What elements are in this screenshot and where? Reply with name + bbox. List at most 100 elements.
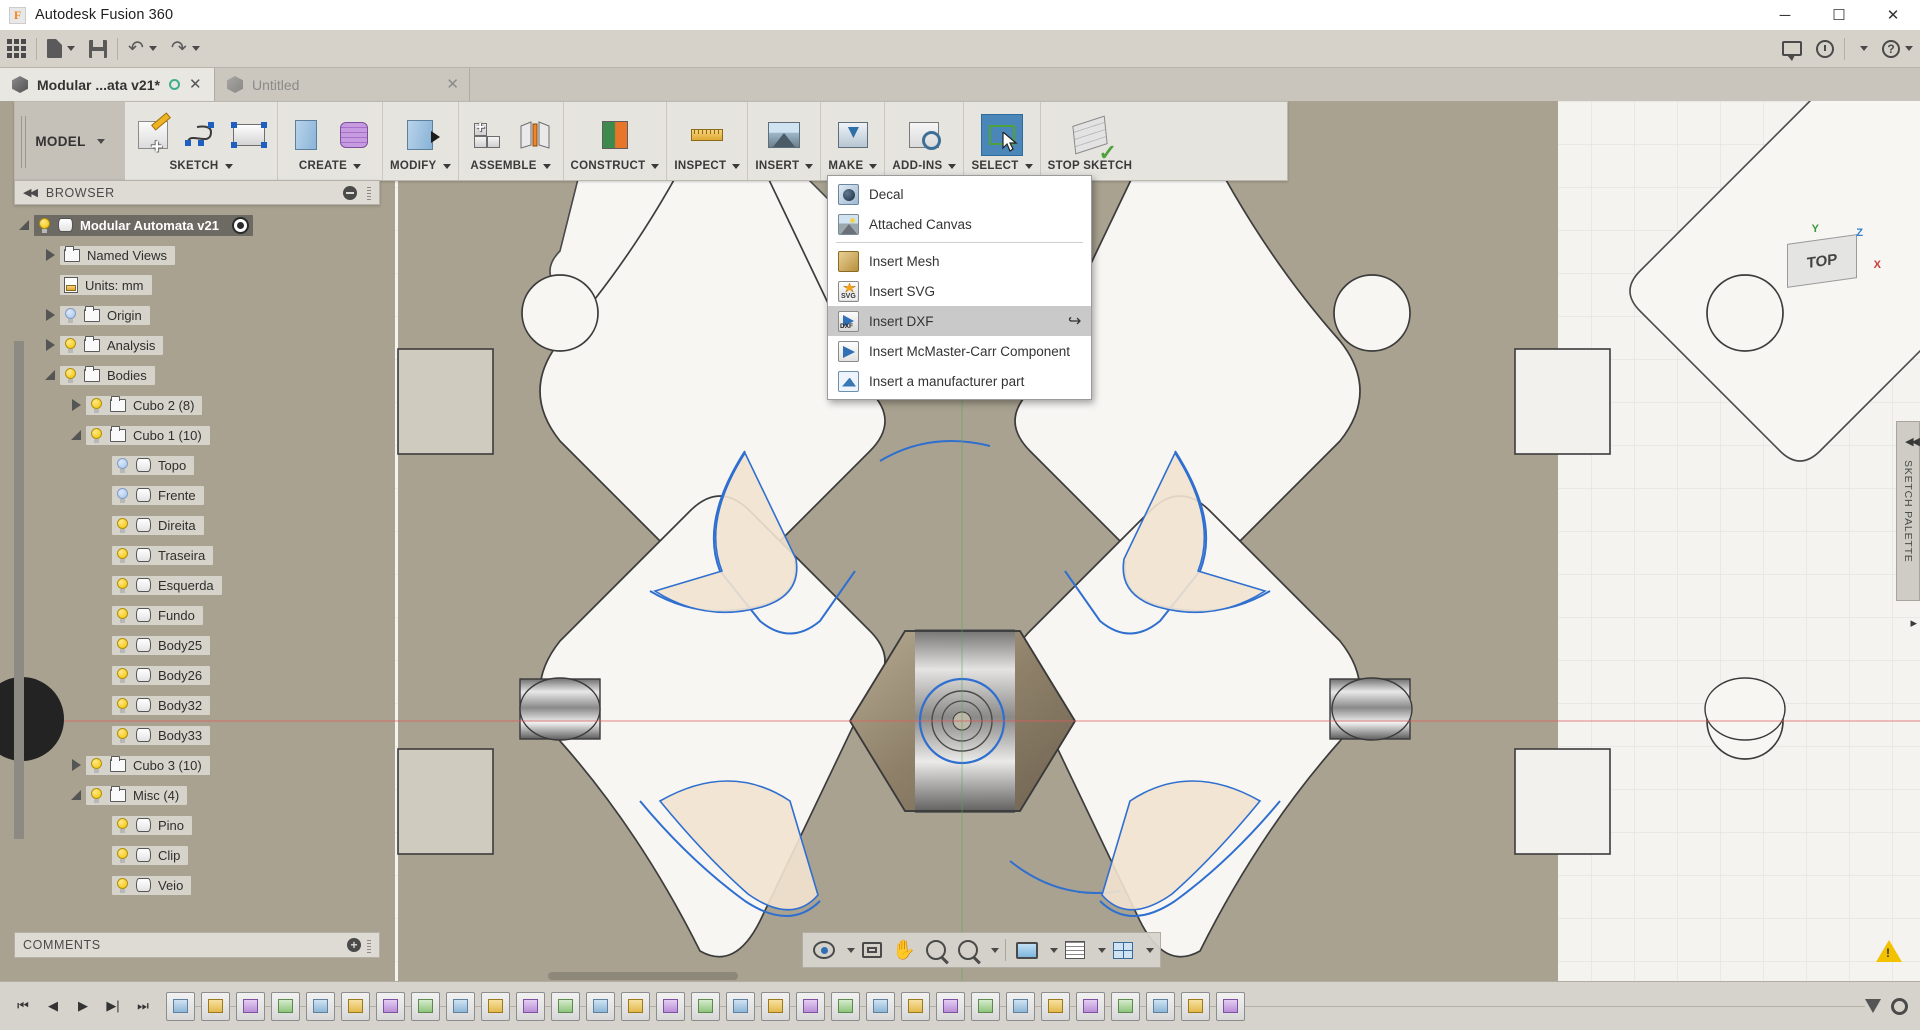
- viewports-button[interactable]: [1108, 936, 1138, 964]
- timeline-feature-2[interactable]: [201, 991, 230, 1021]
- redo-button[interactable]: ↷: [164, 30, 207, 68]
- timeline-feature-1[interactable]: [166, 991, 195, 1021]
- zoom-window-button[interactable]: [953, 936, 983, 964]
- ribbon-group-insert[interactable]: INSERT: [748, 102, 822, 180]
- visibility-bulb-icon[interactable]: [64, 337, 77, 353]
- save-button[interactable]: [82, 30, 114, 68]
- tree-item-frente[interactable]: Frente: [14, 480, 394, 510]
- visibility-bulb-icon[interactable]: [90, 427, 103, 443]
- tree-item-content[interactable]: Traseira: [112, 545, 214, 565]
- grid-snaps-dropdown[interactable]: [1092, 936, 1106, 964]
- tree-item-content[interactable]: Body26: [112, 665, 211, 685]
- sketch-palette-collapse-icon[interactable]: ◀◀: [1905, 435, 1920, 448]
- expand-arrow-icon[interactable]: [40, 309, 60, 321]
- visibility-bulb-icon[interactable]: [116, 667, 129, 683]
- collapse-arrow-icon[interactable]: [66, 430, 86, 440]
- timeline-feature-25[interactable]: [1006, 991, 1035, 1021]
- job-status-button[interactable]: [1809, 30, 1841, 68]
- zoom-dropdown[interactable]: [985, 936, 999, 964]
- visibility-bulb-icon[interactable]: [116, 487, 129, 503]
- document-tab-untitled[interactable]: Untitled ✕: [215, 68, 470, 101]
- ribbon-group-create[interactable]: CREATE: [278, 102, 383, 180]
- timeline-feature-18[interactable]: [761, 991, 790, 1021]
- comments-button[interactable]: [1775, 30, 1809, 68]
- ribbon-group-select[interactable]: SELECT: [964, 102, 1041, 180]
- go-to-beginning-button[interactable]: ⏮: [10, 993, 36, 1019]
- tree-item-content[interactable]: Cubo 3 (10): [86, 755, 210, 775]
- warning-badge[interactable]: [1876, 940, 1902, 962]
- timeline-settings-icon[interactable]: [1891, 997, 1908, 1015]
- activate-component-icon[interactable]: [231, 216, 249, 234]
- visibility-bulb-icon[interactable]: [116, 517, 129, 533]
- timeline-feature-24[interactable]: [971, 991, 1000, 1021]
- timeline-feature-22[interactable]: [901, 991, 930, 1021]
- visibility-bulb-icon[interactable]: [116, 607, 129, 623]
- visibility-bulb-icon[interactable]: [90, 397, 103, 413]
- ribbon-group-make[interactable]: MAKE: [821, 102, 886, 180]
- tree-item-modular-automata-v21[interactable]: Modular Automata v21: [14, 210, 394, 240]
- timeline-feature-5[interactable]: [306, 991, 335, 1021]
- ribbon-group-construct[interactable]: CONSTRUCT: [564, 102, 668, 180]
- tree-item-direita[interactable]: Direita: [14, 510, 394, 540]
- scripts-addins-button[interactable]: [903, 114, 945, 156]
- expand-arrow-icon[interactable]: [40, 339, 60, 351]
- timeline-feature-19[interactable]: [796, 991, 825, 1021]
- timeline-feature-27[interactable]: [1076, 991, 1105, 1021]
- close-icon[interactable]: ✕: [189, 77, 202, 92]
- menu-item-insert-dxf[interactable]: Insert DXF ↩: [828, 306, 1091, 336]
- ribbon-group-stop-sketch[interactable]: ✓ STOP SKETCH: [1041, 102, 1140, 180]
- new-component-button[interactable]: +: [466, 114, 508, 156]
- view-cube-face-top[interactable]: TOP: [1787, 234, 1857, 288]
- visibility-bulb-icon[interactable]: [116, 547, 129, 563]
- timeline-feature-14[interactable]: [621, 991, 650, 1021]
- timeline-feature-9[interactable]: [446, 991, 475, 1021]
- tree-item-body26[interactable]: Body26: [14, 660, 394, 690]
- timeline-feature-6[interactable]: [341, 991, 370, 1021]
- stop-sketch-button[interactable]: ✓: [1069, 114, 1117, 164]
- visibility-bulb-icon[interactable]: [38, 217, 51, 233]
- step-forward-button[interactable]: ▶|: [100, 993, 126, 1019]
- visibility-bulb-icon[interactable]: [116, 727, 129, 743]
- tree-item-origin[interactable]: Origin: [14, 300, 394, 330]
- tree-item-content[interactable]: Clip: [112, 845, 189, 865]
- add-comment-icon[interactable]: +: [347, 938, 361, 952]
- visibility-bulb-icon[interactable]: [116, 457, 129, 473]
- drag-grip[interactable]: [367, 185, 371, 200]
- timeline-feature-13[interactable]: [586, 991, 615, 1021]
- close-icon[interactable]: ✕: [446, 77, 459, 92]
- extrude-button[interactable]: [285, 114, 327, 156]
- tree-item-content[interactable]: Veio: [112, 875, 192, 895]
- visibility-bulb-icon[interactable]: [116, 577, 129, 593]
- offset-plane-button[interactable]: [594, 114, 636, 156]
- menu-item-insert-svg[interactable]: Insert SVG: [828, 276, 1091, 306]
- tree-item-body32[interactable]: Body32: [14, 690, 394, 720]
- tree-item-body25[interactable]: Body25: [14, 630, 394, 660]
- visibility-bulb-icon[interactable]: [116, 847, 129, 863]
- press-pull-button[interactable]: [399, 114, 441, 156]
- sketch-palette-rail[interactable]: SKETCH PALETTE: [1896, 421, 1920, 601]
- ribbon-group-inspect[interactable]: INSPECT: [667, 102, 749, 180]
- timeline-feature-12[interactable]: [551, 991, 580, 1021]
- drag-grip[interactable]: [21, 116, 28, 168]
- visibility-bulb-icon[interactable]: [116, 817, 129, 833]
- display-settings-dropdown[interactable]: [1044, 936, 1058, 964]
- new-document-button[interactable]: [40, 30, 82, 68]
- timeline-feature-4[interactable]: [271, 991, 300, 1021]
- menu-item-insert-manufacturer-part[interactable]: Insert a manufacturer part: [828, 366, 1091, 396]
- timeline-feature-11[interactable]: [516, 991, 545, 1021]
- account-menu-button[interactable]: [1848, 30, 1875, 68]
- tree-item-bodies[interactable]: Bodies: [14, 360, 394, 390]
- spline-button[interactable]: [180, 114, 222, 156]
- joint-button[interactable]: [514, 114, 556, 156]
- rectangle-button[interactable]: [228, 114, 270, 156]
- tree-item-topo[interactable]: Topo: [14, 450, 394, 480]
- orbit-dropdown[interactable]: [841, 936, 855, 964]
- create-sketch-button[interactable]: [132, 114, 174, 157]
- collapse-arrow-icon[interactable]: [40, 370, 60, 380]
- 3d-print-button[interactable]: [832, 114, 874, 156]
- insert-dropdown-menu[interactable]: Decal Attached Canvas Insert Mesh Insert…: [827, 175, 1092, 400]
- tree-item-content[interactable]: Pino: [112, 815, 193, 835]
- insert-button[interactable]: [763, 114, 805, 156]
- tree-item-content[interactable]: Modular Automata v21: [34, 214, 253, 236]
- menu-item-decal[interactable]: Decal: [828, 179, 1091, 209]
